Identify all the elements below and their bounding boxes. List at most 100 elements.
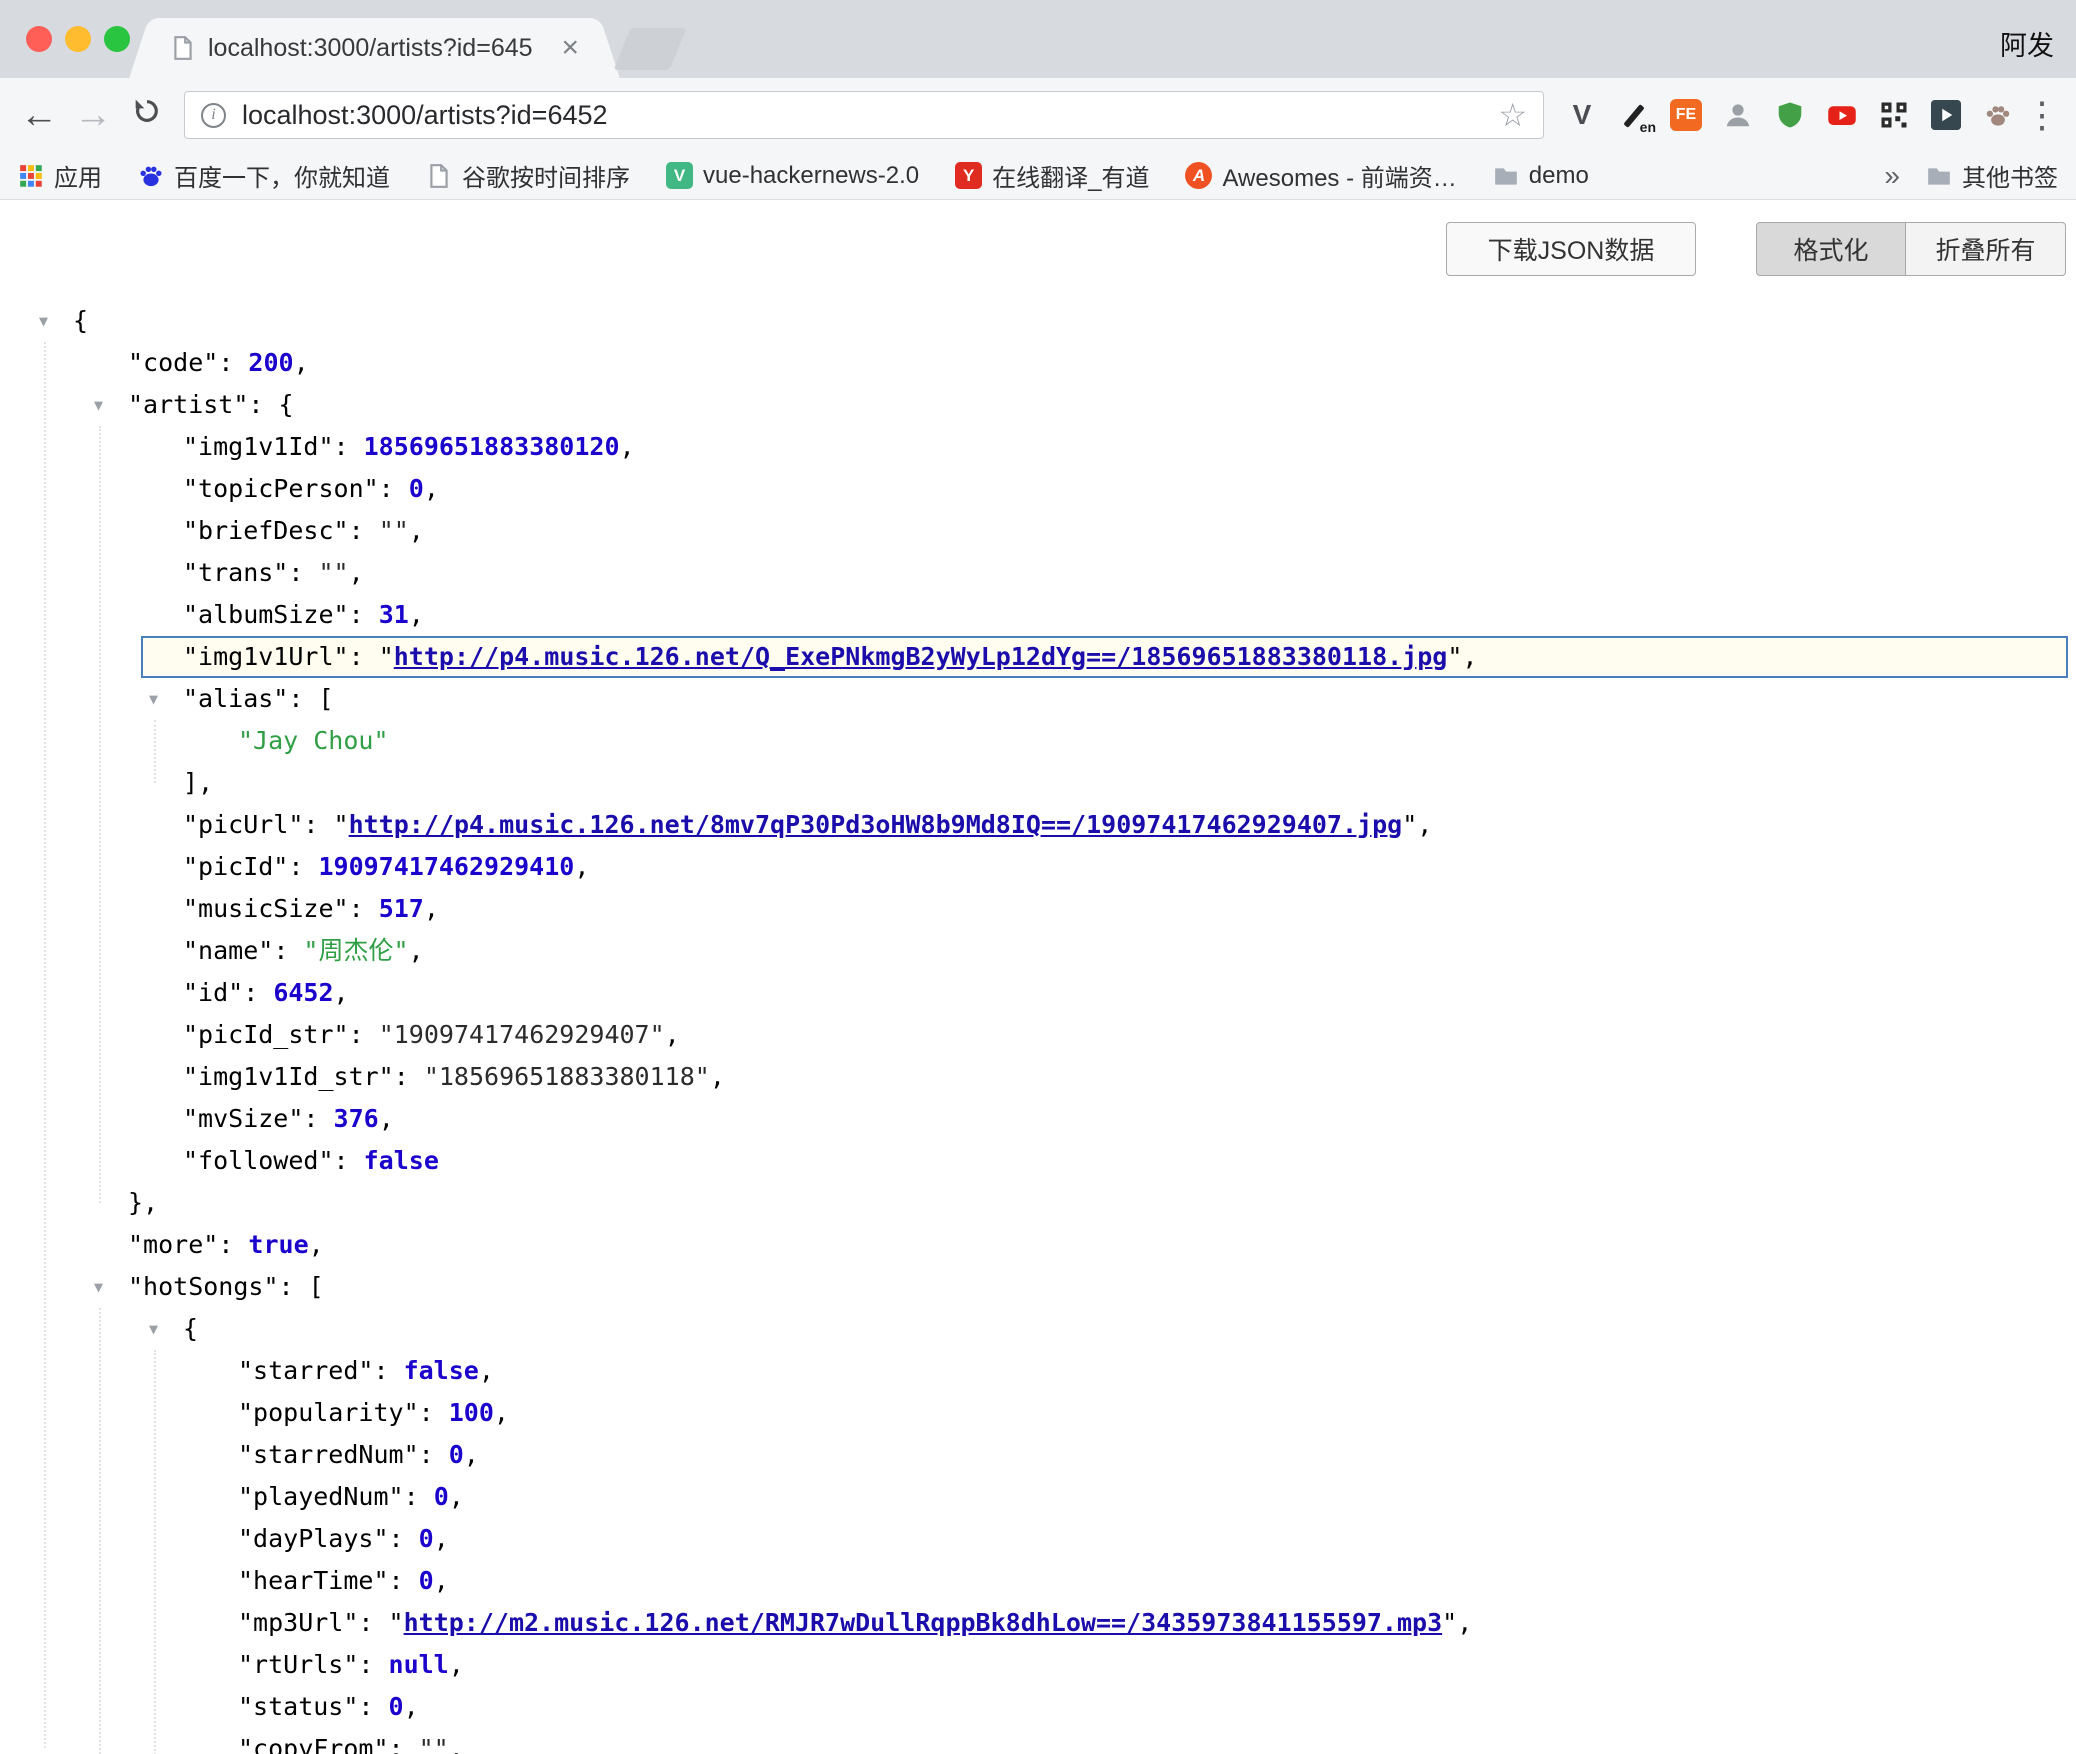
new-tab-button[interactable] <box>614 28 687 70</box>
bookmark-baidu[interactable]: 百度一下，你就知道 <box>138 158 390 193</box>
json-token: " <box>1447 642 1462 671</box>
json-url-link[interactable]: http://m2.music.126.net/RMJR7wDullRqppBk… <box>404 1608 1443 1637</box>
json-token: : <box>349 642 379 671</box>
json-token: , <box>434 1524 449 1553</box>
folder-icon <box>1926 163 1952 189</box>
json-token: false <box>364 1146 439 1175</box>
json-token: : <box>373 1356 403 1385</box>
profile-name[interactable]: 阿发 <box>2000 24 2054 63</box>
collapse-toggle-icon[interactable]: ▼ <box>39 300 48 342</box>
json-line: "playedNum": 0, <box>73 1476 2076 1518</box>
json-token: " <box>1402 810 1417 839</box>
player-extension-icon[interactable] <box>1924 93 1968 137</box>
json-line: "Jay Chou" <box>73 720 2076 762</box>
json-line: ▼"artist": { <box>73 384 2076 426</box>
collapse-toggle-icon[interactable]: ▼ <box>149 1308 158 1350</box>
collapse-toggle-icon[interactable]: ▼ <box>149 678 158 720</box>
tree-guide-line <box>44 342 46 1748</box>
json-line: "img1v1Id_str": "18569651883380118", <box>73 1056 2076 1098</box>
zoom-window-button[interactable] <box>104 26 130 52</box>
json-token: 0 <box>409 474 424 503</box>
json-token: : <box>389 1566 419 1595</box>
browser-menu-icon[interactable]: ⋮ <box>2020 94 2064 136</box>
json-key: "alias" <box>183 684 288 713</box>
browser-tab[interactable]: localhost:3000/artists?id=645 × <box>152 18 597 78</box>
json-line: ▼"alias": [ <box>73 678 2076 720</box>
bookmark-vue-hackernews[interactable]: V vue-hackernews-2.0 <box>666 162 919 190</box>
json-token: : <box>404 1482 434 1511</box>
youtube-extension-icon[interactable] <box>1820 93 1864 137</box>
json-token: , <box>409 600 424 629</box>
collapse-toggle-icon[interactable]: ▼ <box>94 384 103 426</box>
bookmark-google-sort[interactable]: 谷歌按时间排序 <box>426 158 630 193</box>
back-icon[interactable]: ← <box>12 94 66 137</box>
qr-code-icon[interactable] <box>1872 93 1916 137</box>
baidu-paw-icon <box>138 163 164 189</box>
json-token: : <box>419 1440 449 1469</box>
bookmark-demo[interactable]: demo <box>1493 162 1589 190</box>
v-extension-icon[interactable]: V <box>1560 93 1604 137</box>
json-line: ▼{ <box>73 300 2076 342</box>
fe-extension-icon[interactable]: FE <box>1664 93 1708 137</box>
paw-extension-icon[interactable] <box>1976 93 2020 137</box>
collapse-toggle-icon[interactable]: ▼ <box>94 1266 103 1308</box>
json-url-link[interactable]: http://p4.music.126.net/Q_ExePNkmgB2yWyL… <box>394 642 1448 671</box>
json-line: "code": 200, <box>73 342 2076 384</box>
page-icon <box>170 35 196 61</box>
json-key: "musicSize" <box>183 894 349 923</box>
vue-icon: V <box>666 162 693 189</box>
json-token: : <box>218 348 248 377</box>
json-token: : <box>288 684 318 713</box>
minimize-window-button[interactable] <box>65 26 91 52</box>
json-key: "id" <box>183 978 243 1007</box>
json-key: "name" <box>183 936 273 965</box>
bookmarks-overflow-icon[interactable]: » <box>1884 160 1900 192</box>
translate-extension-icon[interactable]: en <box>1612 93 1656 137</box>
json-token: " <box>389 1608 404 1637</box>
json-key: "followed" <box>183 1146 334 1175</box>
site-info-icon[interactable]: i <box>201 103 226 128</box>
json-token: 6452 <box>273 978 333 1007</box>
json-line: "mp3Url": "http://m2.music.126.net/RMJR7… <box>73 1602 2076 1644</box>
json-token: : <box>349 894 379 923</box>
json-tree: ▼{"code": 200,▼"artist": {"img1v1Id": 18… <box>0 200 2076 1754</box>
address-bar[interactable]: i ☆ <box>184 91 1544 139</box>
json-key: "topicPerson" <box>183 474 379 503</box>
profile-person-icon[interactable] <box>1716 93 1760 137</box>
json-key: "status" <box>238 1692 358 1721</box>
other-bookmarks[interactable]: 其他书签 <box>1926 158 2058 193</box>
json-token: 18569651883380120 <box>364 432 620 461</box>
json-key: "starredNum" <box>238 1440 419 1469</box>
json-token: : <box>394 1062 424 1091</box>
bookmark-star-icon[interactable]: ☆ <box>1498 96 1527 134</box>
json-line: "topicPerson": 0, <box>73 468 2076 510</box>
json-line: ▼"hotSongs": [ <box>73 1266 2076 1308</box>
json-line: "picId_str": "19097417462929407", <box>73 1014 2076 1056</box>
json-token: : <box>334 1146 364 1175</box>
json-token: : <box>303 810 333 839</box>
json-token: , <box>294 348 309 377</box>
json-line: "img1v1Id": 18569651883380120, <box>73 426 2076 468</box>
bookmark-youdao-translate[interactable]: Y 在线翻译_有道 <box>955 158 1149 193</box>
bookmark-apps[interactable]: 应用 <box>18 158 102 193</box>
tab-close-icon[interactable]: × <box>561 33 579 63</box>
url-input[interactable] <box>242 100 1498 131</box>
json-key: "hotSongs" <box>128 1272 279 1301</box>
shield-extension-icon[interactable] <box>1768 93 1812 137</box>
bookmark-awesomes[interactable]: A Awesomes - 前端资… <box>1185 158 1456 193</box>
json-key: "hearTime" <box>238 1566 389 1595</box>
json-token: , <box>1457 1608 1472 1637</box>
json-token: " <box>334 810 349 839</box>
json-token: : <box>288 558 318 587</box>
reload-icon[interactable] <box>120 94 174 137</box>
json-token: , <box>574 852 589 881</box>
json-token: , <box>404 1692 419 1721</box>
json-line: "dayPlays": 0, <box>73 1518 2076 1560</box>
json-token: , <box>449 1650 464 1679</box>
json-url-link[interactable]: http://p4.music.126.net/8mv7qP30Pd3oHW8b… <box>349 810 1403 839</box>
json-token: 376 <box>334 1104 379 1133</box>
json-token: , <box>710 1062 725 1091</box>
close-window-button[interactable] <box>26 26 52 52</box>
json-line: "starred": false, <box>73 1350 2076 1392</box>
json-token: , <box>449 1482 464 1511</box>
